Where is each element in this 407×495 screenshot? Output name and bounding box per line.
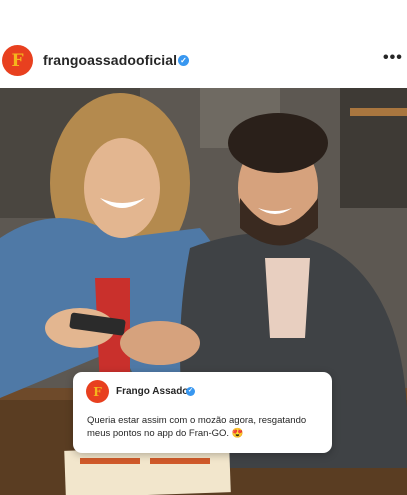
verified-badge-icon: ✓ bbox=[178, 55, 189, 66]
profile-username[interactable]: frangoassadooficial bbox=[43, 52, 177, 68]
card-avatar: F bbox=[86, 380, 109, 403]
card-verified-badge-icon: ✓ bbox=[186, 387, 195, 396]
card-author-name: Frango Assado bbox=[116, 386, 189, 397]
profile-avatar[interactable]: F bbox=[2, 45, 33, 76]
avatar-logo-letter: F bbox=[11, 50, 24, 71]
quote-card: F Frango Assado ✓ Queria estar assim com… bbox=[73, 372, 332, 453]
card-quote-text: Queria estar assim com o mozão agora, re… bbox=[87, 415, 307, 439]
card-avatar-letter: F bbox=[93, 384, 102, 399]
post-header: F frangoassadooficial ✓ ••• bbox=[0, 0, 407, 88]
more-options-icon[interactable]: ••• bbox=[383, 49, 403, 67]
